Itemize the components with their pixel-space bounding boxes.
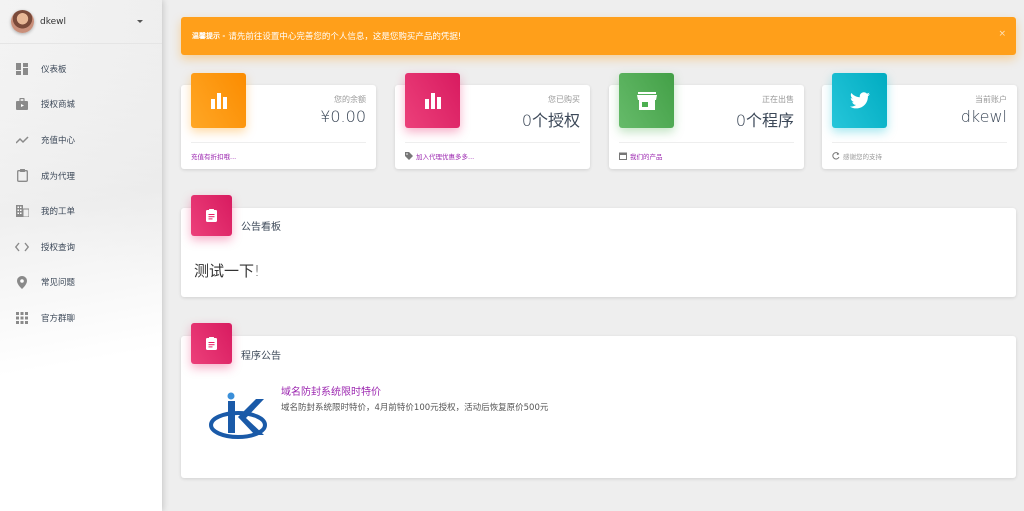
program-notice-card: 程序公告 域名防封系统限时特价 域名防封系统限时特价，4月前特价100元授权，活… bbox=[181, 323, 1016, 478]
twitter-bird-icon bbox=[832, 73, 887, 128]
stat-footer-link[interactable]: 加入代理优惠多多... bbox=[405, 151, 474, 161]
refresh-icon bbox=[832, 152, 840, 160]
stat-card-balance: 您的余额 ¥0.00 充值有折扣哦... bbox=[181, 73, 376, 169]
caret-down-icon[interactable] bbox=[137, 20, 143, 23]
sidebar-nav: 仪表板 授权商城 充值中心 成为代理 我的工单 授权查询 常见问题 官方群聊 bbox=[0, 51, 162, 336]
clipboard-icon bbox=[191, 195, 232, 236]
stat-card-selling: 正在出售 0个程序 我们的产品 bbox=[609, 73, 804, 169]
sidebar-item-tickets[interactable]: 我的工单 bbox=[0, 193, 162, 229]
notice-content: 测试一下! bbox=[194, 262, 261, 280]
product-logo bbox=[208, 391, 268, 443]
dashboard-icon bbox=[15, 62, 29, 76]
stat-value: dkewl bbox=[960, 107, 1007, 126]
bar-chart-icon bbox=[191, 73, 246, 128]
stat-value: 0个程序 bbox=[735, 111, 794, 130]
sidebar-item-label: 成为代理 bbox=[41, 171, 76, 182]
tag-icon bbox=[405, 152, 413, 160]
building-icon bbox=[15, 204, 29, 218]
divider bbox=[191, 142, 366, 143]
code-icon bbox=[15, 240, 29, 254]
sidebar-item-shop[interactable]: 授权商城 bbox=[0, 87, 162, 123]
sidebar-item-faq[interactable]: 常见问题 bbox=[0, 265, 162, 301]
warning-alert: 温馨提示 - 请先前往设置中心完善您的个人信息，这是您购买产品的凭据! × bbox=[181, 17, 1016, 55]
location-pin-icon bbox=[15, 275, 29, 289]
sidebar-item-label: 授权商城 bbox=[41, 100, 76, 111]
trending-icon bbox=[15, 133, 29, 147]
sidebar-item-dashboard[interactable]: 仪表板 bbox=[0, 51, 162, 87]
stat-footer-text[interactable]: 我们的产品 bbox=[630, 151, 663, 161]
sidebar-item-label: 授权查询 bbox=[41, 242, 76, 253]
sidebar-item-agent[interactable]: 成为代理 bbox=[0, 158, 162, 194]
sidebar: dkewl 仪表板 授权商城 充值中心 成为代理 我的工单 授权查询 常见问题 … bbox=[0, 0, 162, 511]
section-title: 公告看板 bbox=[241, 222, 281, 233]
clipboard-icon bbox=[15, 169, 29, 183]
notice-board-card: 公告看板 测试一下! bbox=[181, 195, 1016, 297]
stat-title: 您的余额 bbox=[334, 95, 366, 104]
stat-footer-link[interactable]: 我们的产品 bbox=[619, 151, 663, 161]
sidebar-item-label: 我的工单 bbox=[41, 207, 76, 218]
stat-footer-text: 感谢您的支持 bbox=[843, 153, 882, 161]
sidebar-item-auth-query[interactable]: 授权查询 bbox=[0, 229, 162, 265]
stat-title: 当前账户 bbox=[975, 95, 1007, 104]
stat-value: ¥0.00 bbox=[320, 107, 366, 126]
stat-footer-text[interactable]: 加入代理优惠多多... bbox=[416, 151, 474, 161]
sidebar-item-label: 官方群聊 bbox=[41, 313, 76, 324]
section-title: 程序公告 bbox=[241, 351, 281, 362]
stat-footer-text[interactable]: 充值有折扣哦... bbox=[191, 151, 236, 161]
stat-card-purchased: 您已购买 0个授权 加入代理优惠多多... bbox=[395, 73, 590, 169]
stat-footer-link: 感谢您的支持 bbox=[832, 151, 882, 161]
clipboard-icon bbox=[191, 323, 232, 364]
alert-message: 请先前往设置中心完善您的个人信息，这是您购买产品的凭据! bbox=[228, 32, 462, 42]
shop-bag-icon bbox=[15, 97, 29, 111]
avatar[interactable] bbox=[11, 10, 34, 33]
divider bbox=[832, 142, 1007, 143]
stat-value: 0个授权 bbox=[521, 111, 580, 130]
program-item-description: 域名防封系统限时特价，4月前特价100元授权，活动后恢复原价500元 bbox=[281, 403, 549, 413]
calendar-icon bbox=[619, 152, 627, 160]
store-icon bbox=[619, 73, 674, 128]
stat-card-account: 当前账户 dkewl 感谢您的支持 bbox=[822, 73, 1017, 169]
bar-chart-icon bbox=[405, 73, 460, 128]
program-item-title[interactable]: 域名防封系统限时特价 bbox=[281, 383, 381, 398]
stat-footer-link[interactable]: 充值有折扣哦... bbox=[191, 151, 236, 161]
close-icon[interactable]: × bbox=[998, 29, 1006, 39]
user-name[interactable]: dkewl bbox=[40, 17, 66, 27]
alert-strong-label: 温馨提示 - bbox=[192, 32, 226, 40]
divider bbox=[405, 142, 580, 143]
sidebar-item-recharge[interactable]: 充值中心 bbox=[0, 122, 162, 158]
apps-grid-icon bbox=[15, 311, 29, 325]
user-menu[interactable]: dkewl bbox=[0, 0, 162, 44]
sidebar-item-group-chat[interactable]: 官方群聊 bbox=[0, 300, 162, 336]
sidebar-item-label: 仪表板 bbox=[41, 64, 67, 75]
divider bbox=[619, 142, 794, 143]
sidebar-item-label: 常见问题 bbox=[41, 278, 76, 289]
stat-title: 您已购买 bbox=[548, 95, 580, 104]
stat-title: 正在出售 bbox=[762, 95, 794, 104]
sidebar-item-label: 充值中心 bbox=[41, 135, 76, 146]
